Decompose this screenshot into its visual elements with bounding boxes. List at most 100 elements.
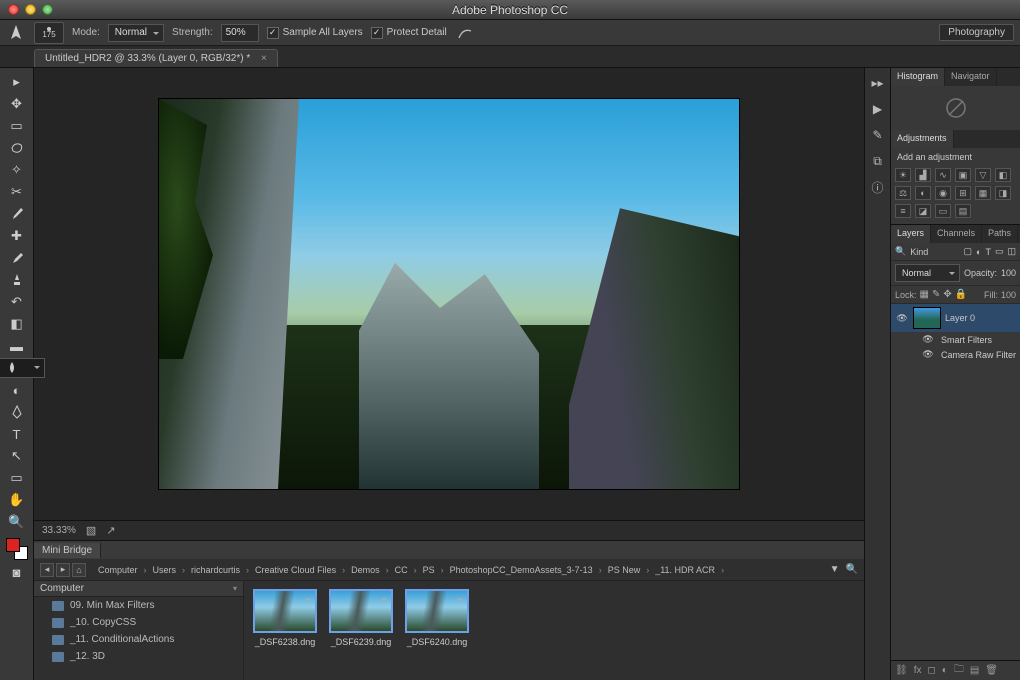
crumb[interactable]: Computer [98,565,147,575]
mini-bridge-tab[interactable]: Mini Bridge [34,543,101,558]
wand-tool[interactable]: ✧ [4,160,30,180]
crumb[interactable]: Demos [351,565,389,575]
filter-type-icon[interactable]: T [985,247,991,257]
adj-vibrance-icon[interactable]: ▽ [975,168,991,182]
adj-levels-icon[interactable]: ▟ [915,168,931,182]
mb-search-icon[interactable]: 🔍 [846,564,858,575]
quickmask-icon[interactable]: ◙ [4,562,30,582]
visibility-icon[interactable]: 👁 [921,334,935,345]
link-icon[interactable]: ⛓ [895,665,908,676]
protect-detail-checkbox[interactable]: ✓Protect Detail [371,27,447,39]
mb-fwd-icon[interactable]: ▸ [56,563,70,577]
adj-mixer-icon[interactable]: ⊞ [955,186,971,200]
zoom-level[interactable]: 33.33% [42,525,76,536]
pressure-icon[interactable] [455,23,475,43]
navigator-tab[interactable]: Navigator [945,68,997,86]
filter-kind-icon[interactable]: 🔍 [895,246,906,257]
document-canvas[interactable] [159,99,739,489]
layer-name[interactable]: Layer 0 [945,313,975,323]
adj-poster-icon[interactable]: ≡ [895,204,911,218]
channels-tab[interactable]: Channels [931,225,982,243]
crumb[interactable]: richardcurtis [191,565,249,575]
clone-panel-icon[interactable]: ⧉ [869,152,887,170]
play-icon[interactable]: ▶ [869,100,887,118]
marquee-tool[interactable]: ▭ [4,116,30,136]
adj-gradmap-icon[interactable]: ▭ [935,204,951,218]
paths-tab[interactable]: Paths [982,225,1018,243]
stamp-tool[interactable] [4,270,30,290]
current-tool-icon[interactable] [6,23,26,43]
pen-tool[interactable] [4,402,30,422]
eraser-tool[interactable]: ◧ [4,314,30,334]
histogram-tab[interactable]: Histogram [891,68,945,86]
crumb[interactable]: Users [153,565,186,575]
mode-select[interactable]: Normal [108,24,164,42]
filter-smart-icon[interactable]: ◫ [1007,246,1016,257]
adj-balance-icon[interactable]: ⚖ [895,186,911,200]
new-adj-icon[interactable]: ◐ [942,665,948,676]
adj-bw-icon[interactable]: ◐ [915,186,931,200]
dodge-tool[interactable]: ◐ [4,380,30,400]
crumb[interactable]: PhotoshopCC_DemoAssets_3-7-13 [450,565,602,575]
fill-value[interactable]: 100 [1001,290,1016,300]
mb-thumb[interactable]: _DSF6238.dng [252,589,318,672]
workspace-picker[interactable]: Photography [939,24,1014,41]
visibility-icon[interactable]: 👁 [921,349,935,360]
mb-home-icon[interactable]: ⌂ [72,563,86,577]
trash-icon[interactable]: 🗑 [985,665,998,676]
lasso-tool[interactable] [4,138,30,158]
mb-filter-icon[interactable]: ▼ [830,564,840,575]
lock-pos-icon[interactable]: ✥ [943,289,951,300]
status-info-icon[interactable]: ▧ [86,524,96,537]
crumb[interactable]: Creative Cloud Files [255,565,345,575]
mb-thumb[interactable]: _DSF6240.dng [404,589,470,672]
filter-adj-icon[interactable]: ◐ [976,247,981,257]
brush-preset[interactable]: 175 [34,22,64,44]
smart-filters-row[interactable]: 👁 Smart Filters [891,332,1020,347]
type-tool[interactable]: T [4,424,30,444]
history-brush-tool[interactable]: ↶ [4,292,30,312]
visibility-icon[interactable]: 👁 [895,313,909,324]
layer-thumb[interactable] [913,307,941,329]
opacity-value[interactable]: 100 [1001,268,1016,278]
new-layer-icon[interactable]: ▤ [970,665,979,676]
adj-photo-icon[interactable]: ◉ [935,186,951,200]
mb-back-icon[interactable]: ◂ [40,563,54,577]
mb-folder[interactable]: _12. 3D [34,648,243,665]
crumb[interactable]: _11. HDR ACR [655,565,724,575]
eyedropper-tool[interactable] [4,204,30,224]
crop-tool[interactable]: ✂ [4,182,30,202]
zoom-tool[interactable]: 🔍 [4,512,30,532]
filter-shape-icon[interactable]: ▭ [995,246,1004,257]
filter-row[interactable]: 👁 Camera Raw Filter [891,347,1020,362]
group-icon[interactable]: 🗀 [954,662,964,679]
hand-tool[interactable]: ✋ [4,490,30,510]
lock-all-icon[interactable]: 🔒 [955,289,967,300]
lock-paint-icon[interactable]: ✎ [932,289,940,300]
filter-image-icon[interactable]: ▢ [964,246,973,257]
lock-trans-icon[interactable]: ▦ [920,289,929,300]
gradient-tool[interactable]: ▬ [4,336,30,356]
mb-folder[interactable]: _10. CopyCSS [34,614,243,631]
mb-folder[interactable]: _11. ConditionalActions [34,631,243,648]
strength-input[interactable]: 50% [221,24,259,42]
document-tab[interactable]: Untitled_HDR2 @ 33.3% (Layer 0, RGB/32*)… [34,49,278,67]
sample-all-checkbox[interactable]: ✓Sample All Layers [267,27,363,39]
status-share-icon[interactable]: ↗ [106,524,115,537]
foreground-swatch[interactable] [6,538,20,552]
mb-side-header[interactable]: Computer [34,581,243,597]
adj-selcolor-icon[interactable]: ▤ [955,204,971,218]
collapse-panels-icon[interactable]: ▸▸ [869,74,887,92]
brush-tool[interactable] [4,248,30,268]
adj-hue-icon[interactable]: ◧ [995,168,1011,182]
mask-icon[interactable]: ◻ [927,665,935,676]
canvas-area[interactable] [34,68,864,520]
adj-curves-icon[interactable]: ∿ [935,168,951,182]
adjustments-tab[interactable]: Adjustments [891,130,954,148]
adj-invert-icon[interactable]: ◨ [995,186,1011,200]
layers-tab[interactable]: Layers [891,225,931,243]
info-panel-icon[interactable]: ⓘ [869,178,887,196]
layer-row[interactable]: 👁 Layer 0 [891,304,1020,332]
brush-panel-icon[interactable]: ✎ [869,126,887,144]
adj-exposure-icon[interactable]: ▣ [955,168,971,182]
